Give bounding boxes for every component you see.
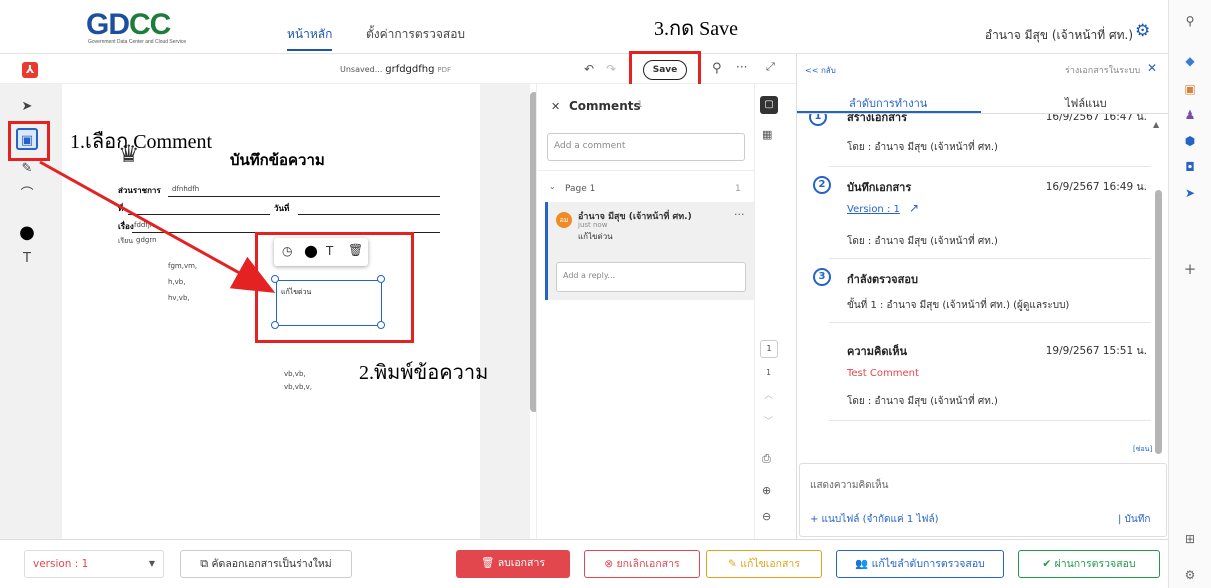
comment-time: just now (578, 221, 608, 229)
page-group-label: Page 1 (565, 184, 596, 194)
comments-panel: ✕ Comments 1 Add a comment ⌄ Page 1 1 อม… (536, 84, 755, 539)
shuffle-icon[interactable]: ✕ (1147, 61, 1157, 75)
users-icon: 👥 (855, 558, 869, 570)
add-icon[interactable]: + (1182, 262, 1198, 277)
current-page[interactable]: 1 (760, 340, 778, 358)
panel-scrollbar[interactable] (1155, 190, 1162, 454)
briefcase-icon[interactable]: ▣ (1182, 82, 1198, 96)
page-up-icon[interactable]: ︿ (764, 388, 773, 401)
step-1-number: 1 (809, 114, 827, 126)
divider (829, 420, 1151, 421)
comment-input[interactable]: แสดงความคิดเห็น (810, 478, 888, 493)
tab-workflow[interactable]: ลำดับการทำงาน (849, 94, 927, 112)
save-comment-button[interactable]: | บันทึก (1118, 512, 1150, 527)
version-value: version : 1 (33, 558, 89, 570)
send-icon[interactable]: ➤ (1182, 186, 1198, 200)
tag-icon[interactable]: ◆ (1182, 54, 1198, 68)
screenshot-icon[interactable]: ⊞ (1182, 532, 1198, 546)
add-comment-placeholder: Add a comment (554, 141, 626, 151)
search-icon[interactable]: ⚲ (1182, 14, 1198, 28)
chevron-down-icon[interactable]: ⌄ (549, 182, 556, 191)
comment-by: โดย : อำนาจ มีสุข (เจ้าหน้าที่ ศท.) (847, 396, 998, 407)
gear-icon[interactable]: ⚙ (1182, 568, 1198, 582)
page-group-count: 1 (735, 184, 741, 194)
reply-input[interactable]: Add a reply... (556, 262, 746, 292)
divider (829, 166, 1151, 167)
back-link[interactable]: << กลับ (805, 64, 836, 77)
hide-link[interactable]: [ซ่อน] (1133, 444, 1152, 455)
bottom-bar: version : 1 ▼ ⧉ คัดลอกเอกสารเป็นร่างใหม่… (0, 539, 1168, 588)
approve-label: ผ่านการตรวจสอบ (1054, 558, 1136, 570)
step-1-title: สร้างเอกสาร (847, 114, 907, 124)
outlook-icon[interactable]: ◘ (1182, 160, 1198, 174)
divider (829, 322, 1151, 323)
page-down-icon[interactable]: ﹀ (764, 414, 773, 427)
approve-button[interactable]: ✔ ผ่านการตรวจสอบ (1018, 550, 1160, 578)
close-comments-icon[interactable]: ✕ (551, 100, 560, 113)
step-3-title: กำลังตรวจสอบ (847, 273, 918, 286)
comment-body: Test Comment (847, 368, 919, 379)
edit-document-label: แก้ไขเอกสาร (740, 558, 800, 570)
step-2-number: 2 (813, 176, 831, 194)
step-2-title: บันทึกเอกสาร (847, 181, 912, 194)
check-icon: ✔ (1042, 558, 1052, 570)
comment-panel-icon[interactable]: ▢ (760, 96, 778, 114)
copy-draft-button[interactable]: ⧉ คัดลอกเอกสารเป็นร่างใหม่ (180, 550, 352, 578)
browser-sidebar: ⚲ ◆ ▣ ♟ ⬢ ◘ ➤ + ⊞ ⚙ (1168, 0, 1211, 588)
pencil-icon: ✎ (728, 558, 737, 570)
vertical-toolbar: ▢ ▦ 1 1 ︿ ﹀ ⎙ ⊕ ⊖ (754, 84, 784, 539)
attach-file-button[interactable]: + แนบไฟล์ (จำกัดแค่ 1 ไฟล์) (810, 512, 939, 527)
edit-document-button[interactable]: ✎ แก้ไขเอกสาร (706, 550, 822, 578)
office-icon[interactable]: ⬢ (1182, 134, 1198, 148)
cancel-document-label: ยกเลิกเอกสาร (616, 558, 680, 570)
step-1-date: 16/9/2567 16:47 น. (1045, 114, 1147, 123)
cancel-document-button[interactable]: ⊗ ยกเลิกเอกสาร (584, 550, 700, 578)
add-comment-input[interactable]: Add a comment (547, 133, 745, 161)
edit-workflow-label: แก้ไขลำดับการตรวจสอบ (871, 558, 985, 570)
workflow-panel: << กลับ ร่างเอกสารในระบบ ✕ ลำดับการทำงาน… (796, 54, 1169, 539)
total-pages: 1 (766, 368, 772, 377)
zoom-out-icon[interactable]: ⊖ (762, 510, 771, 523)
reply-placeholder: Add a reply... (563, 271, 616, 280)
thumbnails-icon[interactable]: ▦ (762, 128, 772, 141)
divider (829, 258, 1151, 259)
draft-link[interactable]: ร่างเอกสารในระบบ (1065, 63, 1140, 77)
copy-draft-label: คัดลอกเอกสารเป็นร่างใหม่ (211, 558, 332, 570)
zoom-in-icon[interactable]: ⊕ (762, 484, 771, 497)
trash-icon: 🗑 (481, 557, 495, 569)
delete-document-button[interactable]: 🗑 ลบเอกสาร (456, 550, 570, 578)
comment-text: แก้ไขด่วน (578, 232, 613, 241)
step-2-date: 16/9/2567 16:49 น. (1045, 181, 1147, 193)
chevron-down-icon: ▼ (148, 559, 155, 568)
edit-workflow-button[interactable]: 👥 แก้ไขลำดับการตรวจสอบ (836, 550, 1004, 578)
delete-document-label: ลบเอกสาร (497, 557, 545, 569)
step-2-by: โดย : อำนาจ มีสุข (เจ้าหน้าที่ ศท.) (847, 236, 998, 247)
timeline: 1 สร้างเอกสาร 16/9/2567 16:47 น. โดย : อ… (797, 114, 1169, 459)
comment-composer: แสดงความคิดเห็น + แนบไฟล์ (จำกัดแค่ 1 ไฟ… (799, 463, 1167, 537)
step-1-by: โดย : อำนาจ มีสุข (เจ้าหน้าที่ ศท.) (847, 142, 998, 153)
fit-page-icon[interactable]: ⎙ (762, 452, 771, 466)
comment-date: 19/9/2567 15:51 น. (1045, 345, 1147, 357)
external-link-icon[interactable]: ↗ (909, 201, 919, 215)
divider (537, 170, 755, 171)
comments-title: Comments (569, 99, 641, 113)
copy-icon: ⧉ (200, 557, 209, 570)
cancel-icon: ⊗ (604, 558, 614, 570)
step-3-detail: ขั้นที่ 1 : อำนาจ มีสุข (เจ้าหน้าที่ ศท.… (847, 300, 1070, 311)
comment-heading: ความคิดเห็น (847, 345, 907, 358)
comment-card[interactable]: อม อำนาจ มีสุข (เจ้าหน้าที่ ศท.) just no… (545, 202, 755, 300)
tab-attachments[interactable]: ไฟล์แนบ (1065, 94, 1107, 112)
comments-count: 1 (637, 100, 643, 110)
version-select[interactable]: version : 1 ▼ (24, 550, 164, 578)
people-icon[interactable]: ♟ (1182, 108, 1198, 122)
scroll-up-icon[interactable]: ▲ (1153, 120, 1159, 129)
step-3-number: 3 (813, 268, 831, 286)
comment-more-icon[interactable]: ··· (734, 208, 745, 221)
version-link[interactable]: Version : 1 (847, 204, 900, 215)
avatar: อม (556, 212, 572, 228)
